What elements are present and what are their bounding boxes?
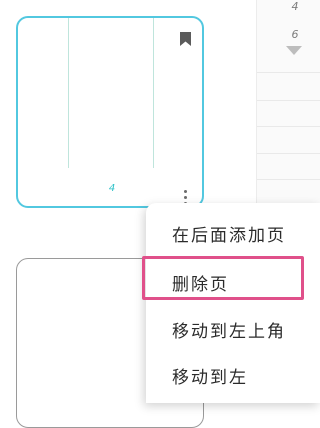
page-thumbnail-selected[interactable]: 4 [16, 16, 204, 208]
divider [257, 126, 320, 127]
adjacent-page-number: 4 [291, 0, 299, 13]
bookmark-icon[interactable] [180, 32, 191, 46]
column-line [68, 18, 69, 168]
menu-item-move-top-left[interactable]: 移动到左上角 [146, 307, 320, 357]
page-number: 4 [108, 183, 116, 194]
divider [257, 72, 320, 73]
divider [257, 100, 320, 101]
highlight-annotation [142, 256, 304, 300]
divider [257, 153, 320, 154]
watermark-fade [246, 352, 320, 396]
divider [257, 179, 320, 180]
menu-item-add-page-after[interactable]: 在后面添加页 [146, 211, 320, 261]
column-line [153, 18, 154, 168]
adjacent-page-number: 6 [291, 28, 299, 41]
triangle-down-icon[interactable] [286, 46, 302, 55]
